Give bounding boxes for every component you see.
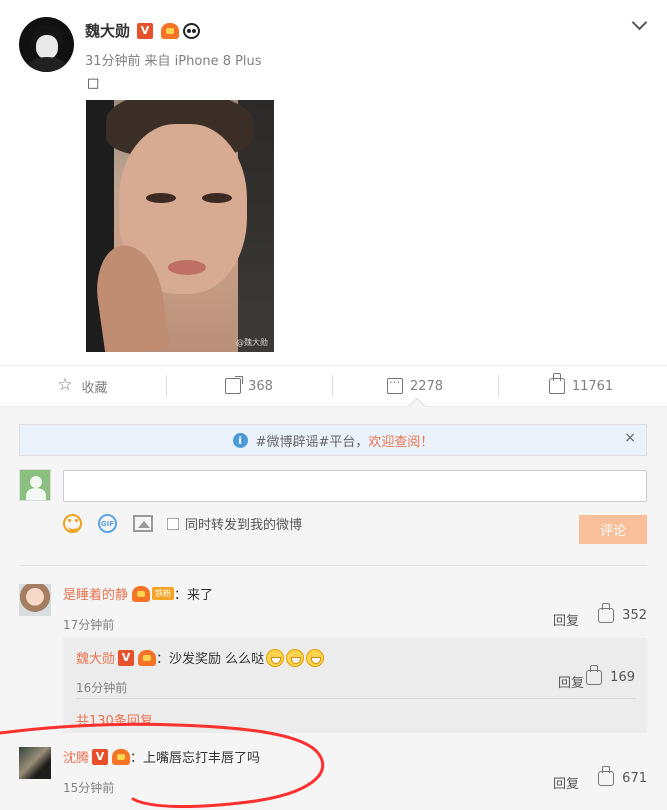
reply-button[interactable]: 回复 (553, 773, 579, 792)
post-photo[interactable]: @魏大勋 (86, 100, 274, 352)
favorite-label: 收藏 (81, 380, 108, 396)
post-meta: 31分钟前 来自 iPhone 8 Plus (85, 50, 262, 69)
reply-time: 16分钟前 (76, 681, 128, 695)
comment-text: ：上嘴唇忘打丰唇了吗 (130, 751, 261, 766)
comment-divider (19, 565, 647, 566)
comment-count: 2278 (409, 378, 444, 394)
commenter-name[interactable]: 是睡着的静 (63, 584, 128, 603)
star-icon (57, 375, 74, 395)
share-icon (225, 376, 244, 394)
rumor-notice: i #微博辟谣#平台， 欢迎查阅！ × (19, 424, 647, 456)
comment-panel: i #微博辟谣#平台， 欢迎查阅！ × GIF 同时转发到我的微博 评论 是睡着… (0, 407, 667, 810)
comment-like-count: 352 (622, 608, 647, 623)
crown-badge-icon (132, 585, 151, 602)
share-button[interactable]: 368 (166, 365, 332, 407)
repost-label: 同时转发到我的微博 (185, 518, 303, 533)
commenter-avatar[interactable] (19, 584, 51, 616)
commenter-name[interactable]: 沈腾 (63, 747, 89, 766)
reply-text: ：沙发奖励 么么哒 (156, 652, 265, 667)
weibo-post-page: 魏大勋 V 31分钟前 来自 iPhone 8 Plus □ @魏大勋 收藏 3… (0, 0, 667, 810)
verified-badge-icon: V (137, 22, 154, 39)
grin-emoji-icon (306, 648, 325, 667)
commenter-avatar[interactable] (19, 747, 51, 779)
post-time[interactable]: 31分钟前 (85, 50, 141, 69)
reply-divider (76, 698, 636, 699)
current-user-avatar (19, 469, 51, 501)
thumb-up-icon (548, 373, 565, 394)
nested-reply-box: 魏大勋 V ：沙发奖励 么么哒 16分钟前 回复 169 共130条回复 (63, 638, 647, 733)
crown-badge-icon (112, 748, 131, 765)
crown-badge-icon (161, 22, 180, 39)
fan-badge: 铁粉 (152, 587, 175, 600)
grin-emoji-icon (286, 648, 305, 667)
compose-tools: GIF 同时转发到我的微博 (63, 514, 302, 533)
crown-badge-icon (138, 649, 157, 666)
thumb-up-icon (598, 603, 615, 623)
reply-button[interactable]: 回复 (558, 672, 584, 691)
comment-icon (386, 373, 403, 394)
comment-text: ：来了 (174, 588, 214, 603)
comment-like-button[interactable]: 352 (598, 603, 647, 623)
comment-input[interactable] (63, 470, 647, 502)
reply-like-count: 169 (610, 670, 635, 685)
post-source[interactable]: 来自 iPhone 8 Plus (145, 50, 262, 69)
more-replies-link[interactable]: 共130条回复 (76, 710, 153, 729)
image-icon[interactable] (133, 515, 153, 532)
notice-prefix: #微博辟谣#平台， (255, 434, 369, 450)
verified-badge-icon: V (118, 649, 135, 666)
checkbox-icon[interactable] (167, 517, 179, 530)
like-count: 11761 (571, 378, 614, 394)
reply-button[interactable]: 回复 (553, 610, 579, 629)
emoji-icon[interactable] (63, 514, 82, 533)
author-avatar[interactable] (19, 17, 74, 72)
post-text: □ (87, 76, 100, 91)
author-name[interactable]: 魏大勋 (85, 20, 130, 41)
like-button[interactable]: 11761 (498, 365, 664, 407)
info-icon: i (232, 432, 248, 448)
share-count: 368 (248, 378, 273, 394)
gif-icon[interactable]: GIF (98, 514, 117, 533)
close-icon[interactable]: × (624, 430, 636, 446)
grin-emoji-icon (266, 648, 285, 667)
post-actions: 收藏 368 2278 11761 (0, 365, 667, 407)
verified-badge-icon: V (92, 748, 109, 765)
favorite-button[interactable]: 收藏 (0, 365, 166, 407)
comment-submit-button[interactable]: 评论 (579, 515, 647, 544)
photo-watermark: @魏大勋 (236, 338, 268, 347)
thumb-up-icon (598, 766, 615, 786)
author-header: 魏大勋 V (85, 20, 201, 41)
comment-like-count: 671 (622, 771, 647, 786)
comment-like-button[interactable]: 671 (598, 766, 647, 786)
reply-like-button[interactable]: 169 (586, 665, 635, 685)
thumb-up-icon (586, 665, 603, 685)
repost-checkbox[interactable]: 同时转发到我的微博 (167, 514, 302, 533)
notice-link[interactable]: 欢迎查阅！ (368, 431, 433, 450)
panda-badge-icon (183, 22, 201, 39)
reply-author-name[interactable]: 魏大勋 (76, 648, 115, 667)
chevron-down-icon[interactable] (633, 17, 647, 31)
